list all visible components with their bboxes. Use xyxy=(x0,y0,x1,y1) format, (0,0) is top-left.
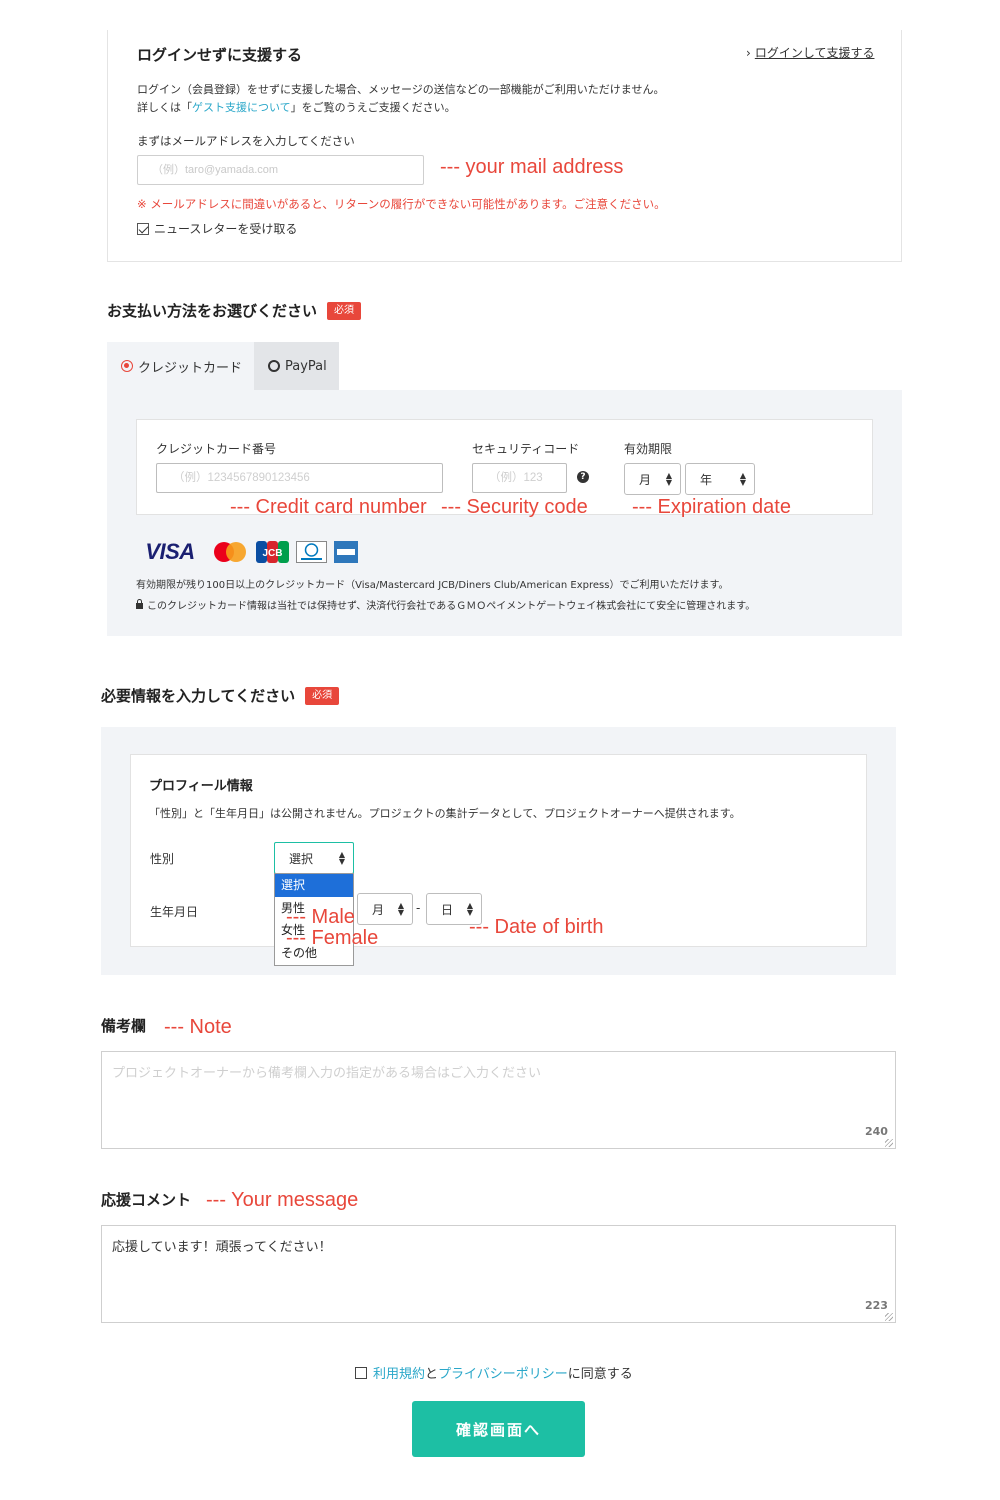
annotation-your-message: --- Your message xyxy=(206,1189,359,1211)
security-code-input[interactable] xyxy=(472,463,567,493)
annotation-male: --- Male xyxy=(286,906,355,928)
payment-title: お支払い方法をお選びください xyxy=(107,302,318,320)
card-usage-note: 有効期限が残り100日以上のクレジットカード（Visa/Mastercard J… xyxy=(136,580,729,591)
gender-option-select[interactable]: 選択 xyxy=(275,874,353,897)
newsletter-checkbox[interactable]: ニュースレターを受け取る xyxy=(137,220,297,237)
comment-textarea[interactable]: 応援しています！頑張ってください！ xyxy=(101,1225,896,1323)
desc-prefix: 詳しくは「 xyxy=(137,101,192,114)
login-support-link[interactable]: › ログインして支援する xyxy=(746,44,874,61)
visa-logo: VISA xyxy=(136,539,204,564)
tab-credit-card-label: クレジットカード xyxy=(138,360,243,376)
note-placeholder: プロジェクトオーナーから備考欄入力の指定がある場合はご入力ください xyxy=(112,1066,542,1081)
guest-description-line2: 詳しくは「ゲスト支援について」をご覧のうえご支援ください。 xyxy=(137,99,664,117)
radio-selected-icon xyxy=(121,360,133,372)
american-express-logo xyxy=(334,541,358,563)
annotation-expiration-date: --- Expiration date xyxy=(632,496,791,518)
email-warning: ※ メールアドレスに間違いがあると、リターンの履行ができない可能性があります。ご… xyxy=(137,197,666,211)
annotation-female: --- Female xyxy=(286,927,379,949)
guest-support-info-link[interactable]: ゲスト支援について xyxy=(192,101,291,114)
expiry-label: 有効期限 xyxy=(624,442,673,456)
security-code-label: セキュリティコード xyxy=(472,442,580,456)
annotation-card-number: --- Credit card number xyxy=(230,496,427,518)
agree-and: と xyxy=(425,1367,439,1382)
select-arrows-icon: ▲ ▼ xyxy=(739,471,746,487)
terms-link[interactable]: 利用規約 xyxy=(373,1367,425,1382)
select-arrows-icon: ▲ ▼ xyxy=(338,850,345,866)
select-arrows-icon: ▲ ▼ xyxy=(466,901,473,917)
birth-month-select[interactable]: 月 ▲ ▼ xyxy=(357,893,413,925)
profile-description: 「性別」と「生年月日」は公開されません。プロジェクトの集計データとして、プロジェ… xyxy=(149,807,741,820)
comment-char-counter: 223 xyxy=(865,1299,888,1312)
email-input[interactable] xyxy=(137,155,424,185)
agree-checkbox-row[interactable]: 利用規約とプライバシーポリシーに同意する xyxy=(355,1363,633,1382)
checkbox-checked-icon[interactable] xyxy=(137,222,149,235)
visa-logo-text: VISA xyxy=(145,539,195,564)
jcb-logo: JCB xyxy=(256,541,289,563)
card-security-note: このクレジットカード情報は当社では保持せず、決済代行会社であるＧＭＯペイメントゲ… xyxy=(136,597,755,612)
resize-grip-icon[interactable] xyxy=(885,1139,893,1147)
birth-dash: - xyxy=(416,901,421,915)
note-char-counter: 240 xyxy=(865,1125,888,1138)
gender-select[interactable]: 選択 ▲ ▼ xyxy=(274,842,354,874)
card-number-label: クレジットカード番号 xyxy=(156,442,277,456)
guest-description-line1: ログイン（会員登録）をせずに支援した場合、メッセージの送信などの一部機能がご利用… xyxy=(137,83,665,96)
confirm-button[interactable]: 確認画面へ xyxy=(412,1401,585,1457)
card-number-input[interactable] xyxy=(156,463,443,493)
lock-icon xyxy=(136,599,143,609)
guest-description: ログイン（会員登録）をせずに支援した場合、メッセージの送信などの一部機能がご利用… xyxy=(137,81,664,117)
mastercard-logo xyxy=(211,541,249,563)
privacy-policy-link[interactable]: プライバシーポリシー xyxy=(438,1367,568,1382)
select-arrows-icon: ▲ ▼ xyxy=(665,471,672,487)
required-badge: 必須 xyxy=(305,686,340,705)
birth-day-value: 日 xyxy=(441,902,454,917)
expiry-month-value: 月 xyxy=(639,472,652,487)
note-title: 備考欄 xyxy=(101,1017,147,1035)
login-support-link-label: ログインして支援する xyxy=(754,46,875,60)
tab-paypal-label: PayPal xyxy=(285,358,327,374)
email-label: まずはメールアドレスを入力してください xyxy=(137,134,355,148)
payment-heading: お支払い方法をお選びください 必須 xyxy=(107,300,362,321)
agree-suffix: に同意する xyxy=(567,1367,633,1382)
gender-select-value: 選択 xyxy=(289,851,314,866)
expiry-month-select[interactable]: 月 ▲ ▼ xyxy=(624,463,681,495)
chevron-right-icon: › xyxy=(746,46,751,60)
radio-unselected-icon xyxy=(268,360,280,372)
svg-text:JCB: JCB xyxy=(262,548,282,559)
birth-month-value: 月 xyxy=(372,902,385,917)
guest-support-title: ログインせずに支援する xyxy=(137,46,303,64)
info-heading: 必要情報を入力してください 必須 xyxy=(101,685,340,706)
expiry-year-value: 年 xyxy=(700,472,713,487)
agree-checkbox[interactable] xyxy=(355,1366,367,1379)
gender-label: 性別 xyxy=(150,852,175,866)
profile-title: プロフィール情報 xyxy=(149,779,253,794)
annotation-date-of-birth: --- Date of birth xyxy=(469,916,604,938)
birth-label: 生年月日 xyxy=(150,905,199,919)
diners-club-logo xyxy=(296,541,327,563)
comment-value: 応援しています！頑張ってください！ xyxy=(112,1240,332,1255)
card-security-note-text: このクレジットカード情報は当社では保持せず、決済代行会社であるＧＭＯペイメントゲ… xyxy=(147,601,756,612)
comment-title: 応援コメント xyxy=(101,1191,192,1209)
agree-text: 利用規約とプライバシーポリシーに同意する xyxy=(373,1363,633,1382)
newsletter-label: ニュースレターを受け取る xyxy=(154,222,298,236)
annotation-security-code: --- Security code xyxy=(441,496,588,518)
select-arrows-icon: ▲ ▼ xyxy=(397,901,404,917)
tab-credit-card[interactable]: クレジットカード xyxy=(107,342,254,390)
desc-suffix: 」をご覧のうえご支援ください。 xyxy=(290,101,456,114)
note-textarea[interactable]: プロジェクトオーナーから備考欄入力の指定がある場合はご入力ください xyxy=(101,1051,896,1149)
tab-paypal[interactable]: PayPal xyxy=(254,342,339,390)
help-icon[interactable]: ? xyxy=(577,471,589,483)
annotation-note: --- Note xyxy=(164,1016,232,1038)
required-badge: 必須 xyxy=(327,301,362,320)
expiry-year-select[interactable]: 年 ▲ ▼ xyxy=(685,463,755,495)
annotation-email: --- your mail address xyxy=(440,156,624,178)
resize-grip-icon[interactable] xyxy=(885,1313,893,1321)
info-title: 必要情報を入力してください xyxy=(101,687,296,705)
